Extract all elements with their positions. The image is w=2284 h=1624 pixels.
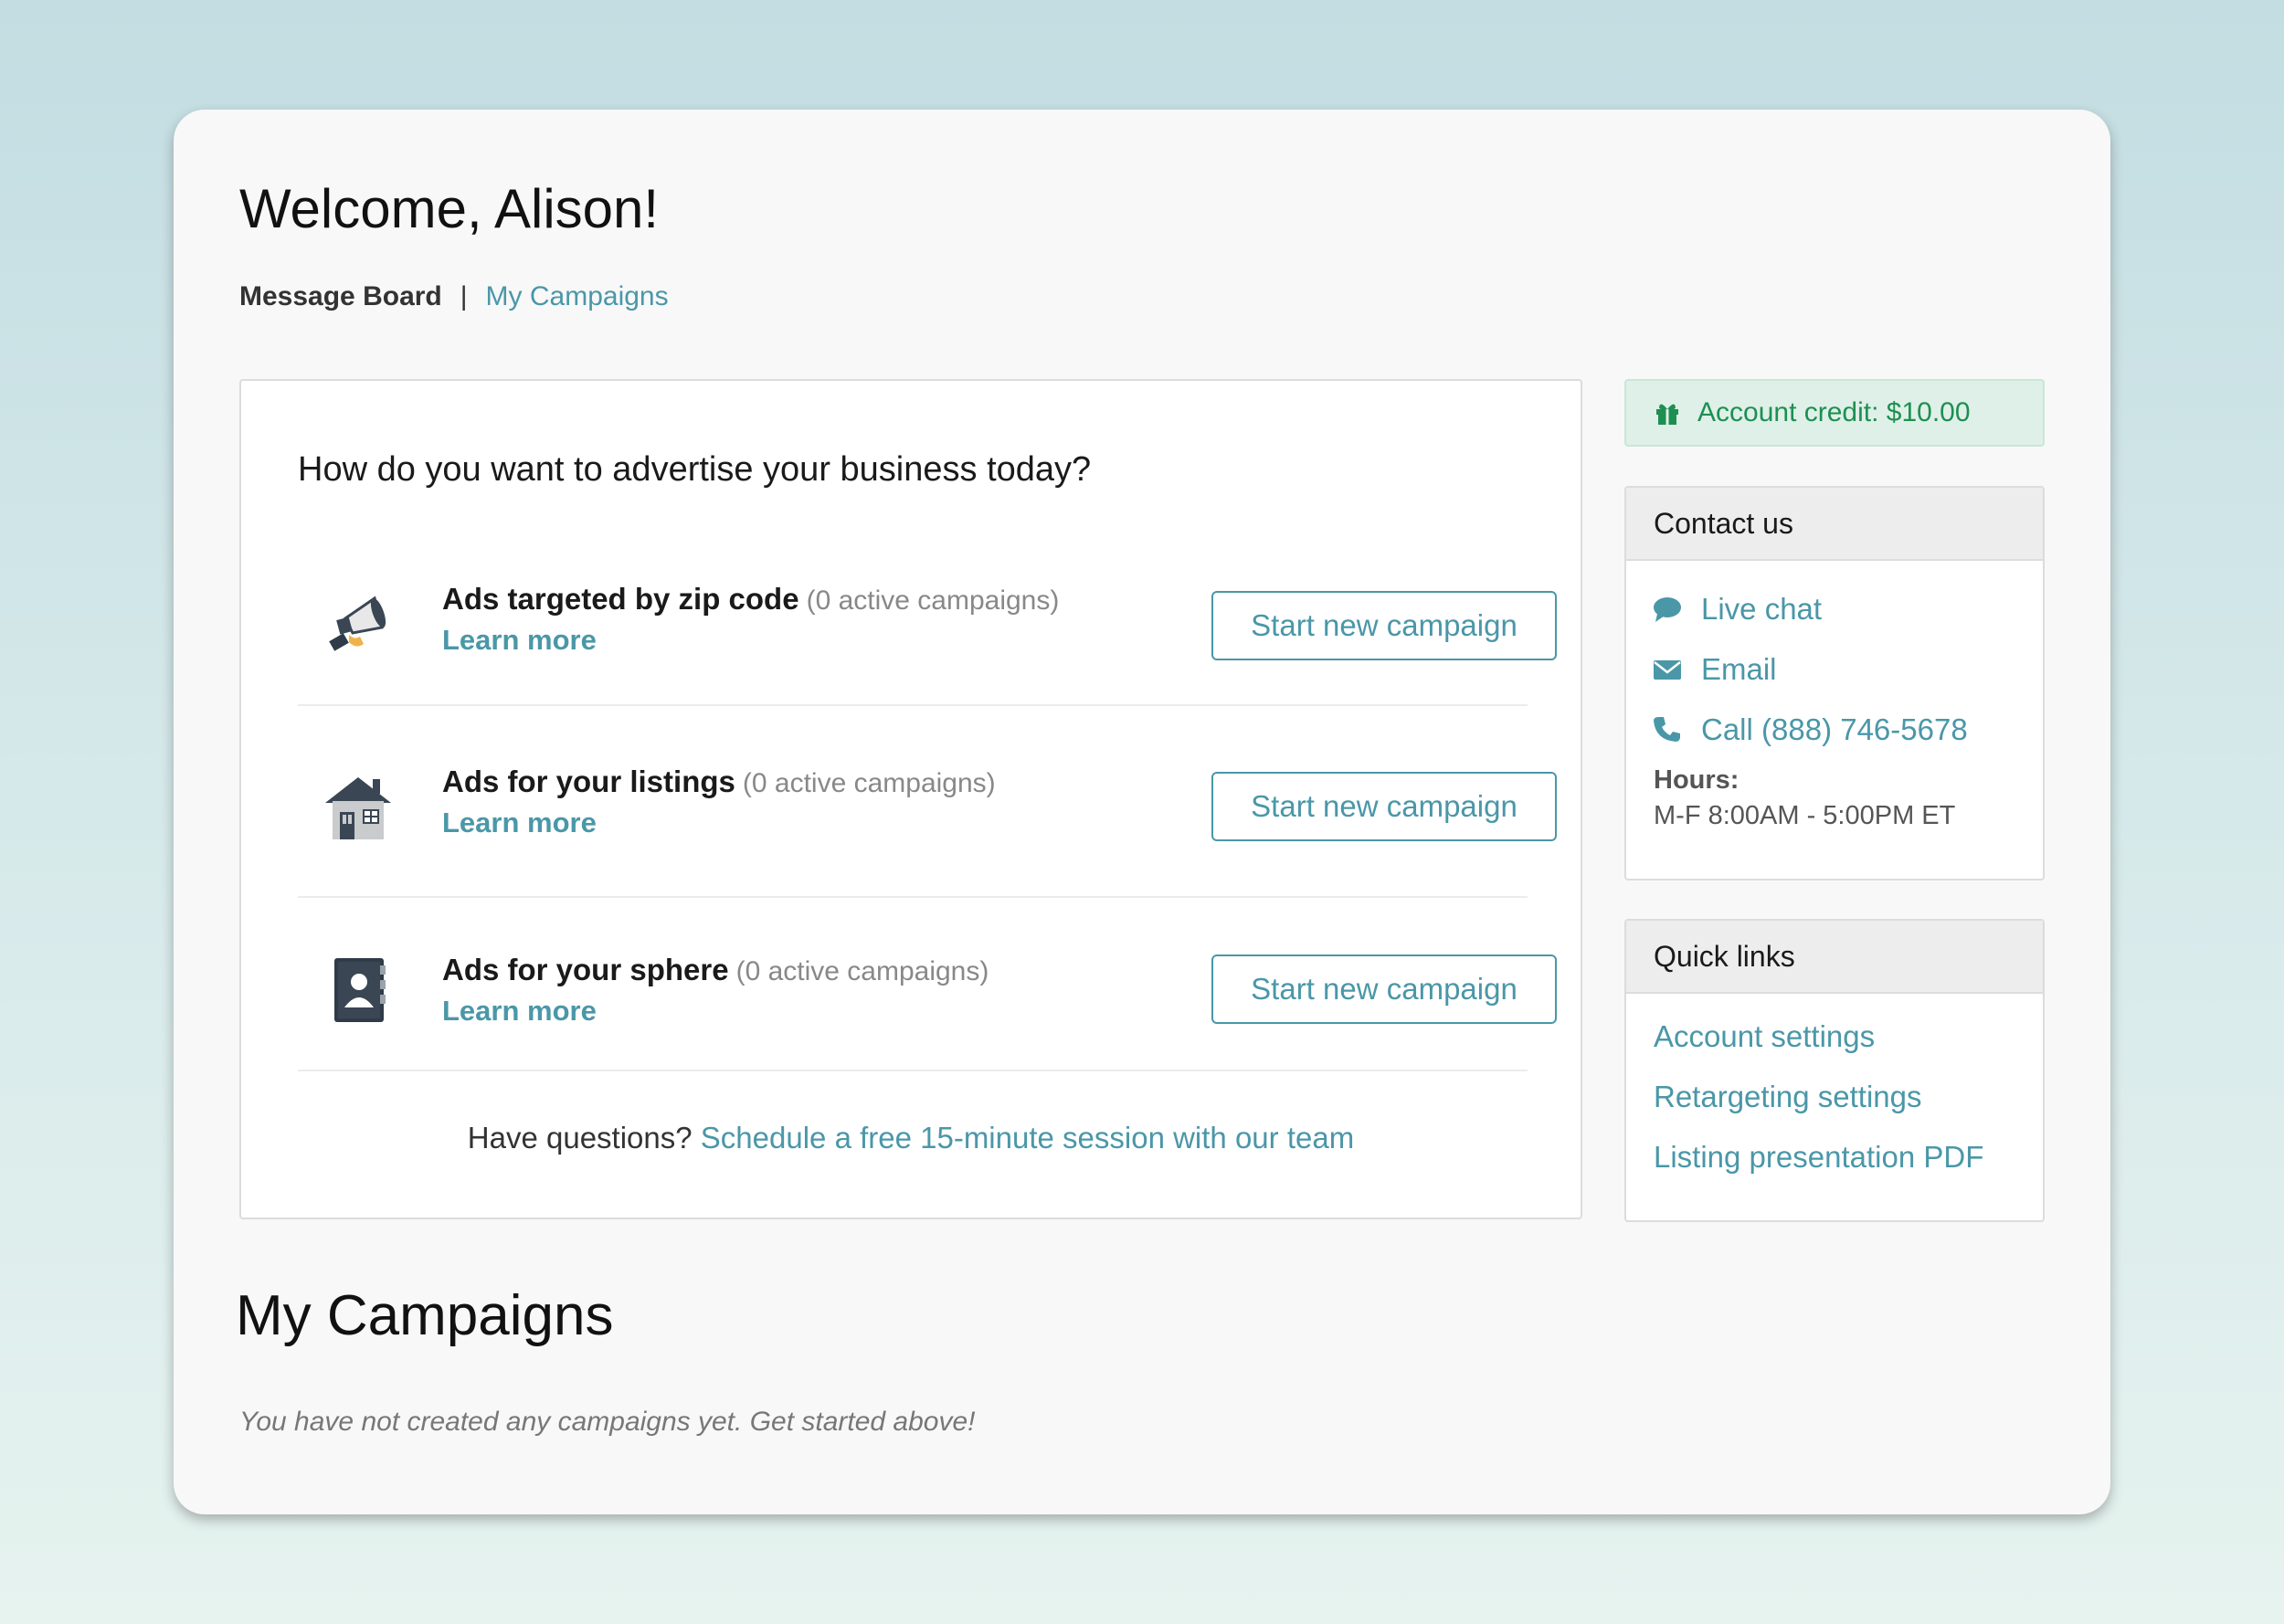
ad-option-sphere: Ads for your sphere (0 active campaigns) … bbox=[298, 898, 1557, 1071]
envelope-icon bbox=[1654, 660, 1681, 680]
learn-more-link[interactable]: Learn more bbox=[442, 995, 989, 1028]
ad-option-text: Ads for your sphere (0 active campaigns) … bbox=[442, 953, 989, 1028]
gift-icon bbox=[1656, 404, 1678, 425]
email-link[interactable]: Email bbox=[1626, 639, 2043, 700]
call-label: Call (888) 746-5678 bbox=[1701, 712, 1968, 746]
phone-icon bbox=[1654, 717, 1680, 742]
quick-link-retargeting-settings[interactable]: Retargeting settings bbox=[1626, 1067, 2043, 1127]
ad-option-text: Ads for your listings (0 active campaigns… bbox=[442, 765, 996, 839]
learn-more-link[interactable]: Learn more bbox=[442, 807, 996, 839]
dashboard-card: Welcome, Alison! Message Board | My Camp… bbox=[174, 110, 2110, 1514]
account-credit-label: Account credit: $10.00 bbox=[1697, 397, 1971, 427]
questions-line: Have questions? Schedule a free 15-minut… bbox=[241, 1121, 1581, 1155]
chat-bubble-icon bbox=[1654, 597, 1681, 622]
ad-option-count: (0 active campaigns) bbox=[806, 585, 1060, 616]
page-title: Welcome, Alison! bbox=[239, 178, 660, 239]
quick-links-panel: Quick links Account settings Retargeting… bbox=[1624, 919, 2045, 1222]
hours-label: Hours: bbox=[1654, 765, 1739, 795]
subnav-separator: | bbox=[460, 281, 468, 311]
quick-link-listing-presentation-pdf[interactable]: Listing presentation PDF bbox=[1626, 1127, 2043, 1187]
contact-panel: Contact us Live chat Email Call (888) 74… bbox=[1624, 486, 2045, 881]
advertise-question: How do you want to advertise your busine… bbox=[298, 450, 1092, 489]
hours-value: M-F 8:00AM - 5:00PM ET bbox=[1654, 801, 1956, 830]
subnav-my-campaigns-link[interactable]: My Campaigns bbox=[486, 281, 669, 312]
account-credit-badge: Account credit: $10.00 bbox=[1624, 379, 2045, 447]
ad-option-count: (0 active campaigns) bbox=[742, 768, 996, 798]
live-chat-link[interactable]: Live chat bbox=[1626, 579, 2043, 639]
ad-option-count: (0 active campaigns) bbox=[735, 956, 989, 986]
contact-panel-title: Contact us bbox=[1626, 488, 2043, 561]
ad-option-text: Ads targeted by zip code (0 active campai… bbox=[442, 582, 1059, 657]
ad-option-listings: Ads for your listings (0 active campaigns… bbox=[298, 706, 1557, 898]
subnav: Message Board | My Campaigns bbox=[239, 281, 669, 312]
campaigns-empty-message: You have not created any campaigns yet. … bbox=[239, 1407, 976, 1437]
house-icon bbox=[318, 766, 398, 847]
live-chat-label: Live chat bbox=[1701, 592, 1823, 626]
start-new-campaign-button[interactable]: Start new campaign bbox=[1211, 954, 1557, 1024]
megaphone-icon bbox=[318, 582, 398, 662]
start-new-campaign-button[interactable]: Start new campaign bbox=[1211, 772, 1557, 841]
learn-more-link[interactable]: Learn more bbox=[442, 624, 1059, 657]
start-new-campaign-button[interactable]: Start new campaign bbox=[1211, 591, 1557, 660]
advertise-panel: How do you want to advertise your busine… bbox=[239, 379, 1582, 1219]
email-label: Email bbox=[1701, 652, 1777, 686]
ad-option-name: Ads for your listings bbox=[442, 765, 735, 798]
ad-option-name: Ads targeted by zip code bbox=[442, 582, 799, 616]
quick-link-account-settings[interactable]: Account settings bbox=[1626, 1007, 2043, 1067]
ad-option-zip-code: Ads targeted by zip code (0 active campai… bbox=[298, 545, 1557, 706]
ad-option-name: Ads for your sphere bbox=[442, 953, 729, 986]
my-campaigns-title: My Campaigns bbox=[236, 1284, 614, 1347]
call-link[interactable]: Call (888) 746-5678 bbox=[1626, 700, 2043, 760]
schedule-session-link[interactable]: Schedule a free 15-minute session with o… bbox=[701, 1121, 1354, 1155]
contact-book-icon bbox=[318, 949, 398, 1029]
subnav-message-board: Message Board bbox=[239, 281, 442, 311]
questions-prefix: Have questions? bbox=[467, 1121, 693, 1155]
quick-links-title: Quick links bbox=[1626, 921, 2043, 994]
